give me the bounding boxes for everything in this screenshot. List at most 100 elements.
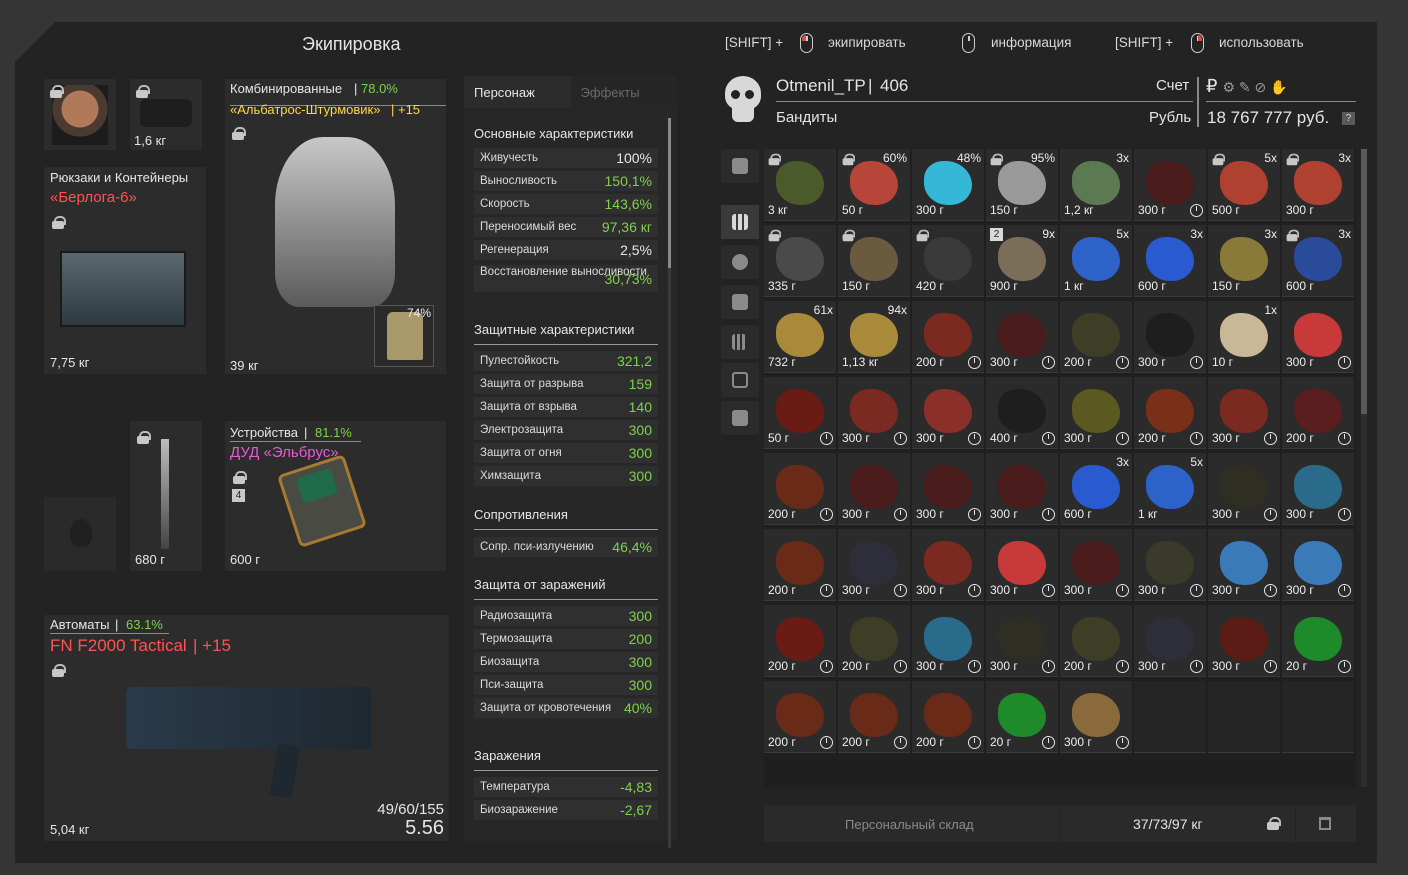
inventory-cell[interactable]: 300 г [1134,149,1206,221]
inventory-cell[interactable]: 335 г [764,225,836,297]
inventory-cell[interactable]: 200 г [1134,377,1206,449]
inventory-cell[interactable]: 300 г [1060,529,1132,601]
inventory-cell[interactable]: 600 г 3x [1282,225,1354,297]
inventory-cell[interactable]: 300 г [1134,605,1206,677]
inventory-cell[interactable]: 300 г [1282,529,1354,601]
tab-character[interactable]: Персонаж [464,76,571,108]
inventory-cell[interactable]: 300 г 3x [1282,149,1354,221]
inventory-cell[interactable]: 300 г [986,529,1058,601]
inventory-cell[interactable]: 300 г [986,453,1058,525]
stat-row: Защита от взрыва 140 [474,397,658,417]
slot-knife[interactable]: 680 г [130,421,202,571]
weapon-category: Автоматы [50,617,110,632]
inventory-cell[interactable]: 1 кг 5x [1060,225,1132,297]
inventory-cell[interactable]: 300 г [1208,377,1280,449]
armor-plate-slot[interactable]: 74% [374,305,434,367]
help-icon[interactable]: ? [1342,112,1355,125]
inventory-cell[interactable]: 300 г [986,605,1058,677]
currency-alt-icons[interactable]: ⚙ ✎ ⊘ ✋ [1222,79,1287,95]
inventory-cell[interactable] [1134,681,1206,753]
inventory-cell[interactable]: 732 г 61x [764,301,836,373]
slot-empty[interactable] [44,497,116,571]
inventory-cell[interactable] [1282,681,1354,753]
stat-name: Защита от кровотечения [480,702,612,714]
inventory-cell[interactable]: 600 г 3x [1134,225,1206,297]
filter-all-button[interactable] [721,205,759,239]
section-title-contamination_protection: Защита от заражений [474,577,606,592]
inventory-cell[interactable]: 900 г 9x 2 [986,225,1058,297]
ruble-icon[interactable]: ₽ [1206,76,1217,96]
inventory-cell[interactable]: 420 г [912,225,984,297]
slot-weapon[interactable]: Автоматы | 63.1% FN F2000 Tactical | +15… [44,615,449,841]
item-count: 3x [1190,227,1203,241]
filter-misc-button[interactable] [721,401,759,435]
inventory-cell[interactable]: 150 г [838,225,910,297]
stat-value: 321,2 [616,353,652,369]
inventory-cell[interactable]: 200 г [912,301,984,373]
inventory-cell[interactable]: 50 г 60% [838,149,910,221]
inventory-cell[interactable]: 200 г [1060,301,1132,373]
slot-device[interactable]: Устройства | 81.1% ДУД «Эльбрус» 4 600 г [225,421,446,571]
inventory-cell[interactable] [1208,681,1280,753]
item-weight: 420 г [916,279,944,293]
inventory-cell[interactable]: 1,13 кг 94x [838,301,910,373]
inventory-cell[interactable]: 20 г [1282,605,1354,677]
inventory-cell[interactable]: 300 г [986,301,1058,373]
inventory-cell[interactable]: 300 г [1134,529,1206,601]
inventory-cell[interactable]: 200 г [764,681,836,753]
inventory-cell[interactable]: 600 г 3x [1060,453,1132,525]
inventory-cell[interactable]: 150 г 3x [1208,225,1280,297]
inventory-cell[interactable]: 300 г [912,453,984,525]
filter-tools-button[interactable] [721,363,759,397]
filter-medicine-button[interactable] [721,285,759,319]
inventory-cell[interactable]: 300 г [912,377,984,449]
tab-effects[interactable]: Эффекты [570,76,677,108]
slot-backpack[interactable]: Рюкзаки и Контейнеры «Берлога-6» 7,75 кг [44,167,206,374]
inventory-cell[interactable]: 200 г [912,681,984,753]
inventory-cell[interactable]: 300 г [912,529,984,601]
inventory-cell[interactable]: 200 г [764,529,836,601]
inventory-cell[interactable]: 300 г 48% [912,149,984,221]
stats-scrollbar[interactable] [668,118,671,848]
storage-button[interactable]: Персональный склад [764,805,1059,842]
inventory-cell[interactable]: 200 г [838,605,910,677]
inventory-cell[interactable]: 50 г [764,377,836,449]
inventory-cell[interactable]: 300 г [1060,377,1132,449]
filter-artifacts-button[interactable] [721,245,759,279]
inventory-cell[interactable]: 300 г [838,529,910,601]
slot-armor[interactable]: Комбинированные | 78.0% «Альбатрос-Штурм… [225,79,446,374]
inventory-cell[interactable]: 150 г 95% [986,149,1058,221]
inventory-cell[interactable]: 300 г [838,453,910,525]
inventory-cell[interactable]: 300 г [1208,529,1280,601]
inventory-cell[interactable]: 300 г [1208,605,1280,677]
lock-icon[interactable] [1267,817,1281,830]
inventory-cell[interactable]: 200 г [764,605,836,677]
currency-icons[interactable]: ₽ ⚙ ✎ ⊘ ✋ [1206,76,1326,98]
inventory-cell[interactable]: 400 г [986,377,1058,449]
inventory-cell[interactable]: 1 кг 5x [1134,453,1206,525]
slot-helmet[interactable]: 1,6 кг [130,79,202,150]
inventory-cell[interactable]: 10 г 1x [1208,301,1280,373]
stat-row: Температура -4,83 [474,777,658,797]
filter-ammo-button[interactable] [721,325,759,359]
inventory-cell[interactable]: 300 г [912,605,984,677]
inventory-cell[interactable]: 300 г [838,377,910,449]
slot-mask[interactable] [44,79,116,150]
inventory-cell[interactable]: 300 г [1060,681,1132,753]
inventory-cell[interactable]: 500 г 5x [1208,149,1280,221]
inventory-cell[interactable]: 200 г [1282,377,1354,449]
sort-button[interactable] [721,149,759,183]
inventory-cell[interactable]: 200 г [764,453,836,525]
inventory-cell[interactable]: 200 г [1060,605,1132,677]
inventory-cell[interactable]: 300 г [1282,453,1354,525]
inventory-scrollbar[interactable] [1361,149,1367,787]
inventory-cell[interactable]: 20 г [986,681,1058,753]
inventory-cell[interactable]: 300 г [1134,301,1206,373]
inventory-cell[interactable]: 300 г [1282,301,1354,373]
inventory-cell[interactable]: 3 кг [764,149,836,221]
inventory-cell[interactable]: 300 г [1208,453,1280,525]
inventory-cell[interactable]: 200 г [838,681,910,753]
item-weight: 300 г [916,431,944,445]
inventory-cell[interactable]: 1,2 кг 3x [1060,149,1132,221]
trash-button[interactable] [1296,805,1356,842]
